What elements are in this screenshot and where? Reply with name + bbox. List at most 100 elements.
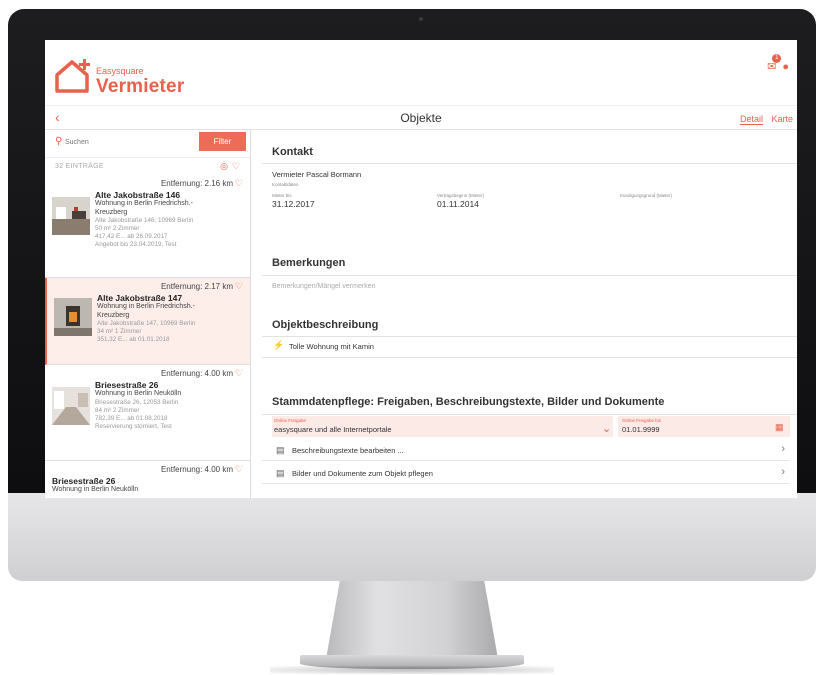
heart-icon[interactable]: ♡ [235,281,243,292]
chevron-right-icon: › [781,466,785,478]
nav-bar: ‹ Objekte Detail Karte [45,106,797,130]
item-address: Alte Jakobstraße 146, 10969 Berlin [95,217,194,224]
messages-icon[interactable]: ✉ 1 [767,54,782,73]
item-rent: 417,42 E... ab 26.09.2017 [95,233,168,240]
document-icon: ▤ [276,468,285,478]
search-icon: ⚲ [55,136,63,147]
vermieter-name: Vermieter Pascal Bormann [272,170,362,179]
object-list: Entfernung: 2.16 km ♡ Alte Jakobstraße 1… [45,175,250,498]
item-note: Angebot bis 23.04.2019, Test [95,241,177,248]
bilder-row[interactable]: ▤ Bilder und Dokumente zum Objekt pflege… [262,463,789,484]
online-freigabe-value: easysquare und alle Internetportale [274,425,392,434]
list-item[interactable]: Entfernung: 4.00 km ♡ Briesestraße 26 Wo… [45,461,250,498]
item-title: Alte Jakobstraße 147 [97,293,183,303]
search-row: ⚲ Filter [45,130,250,156]
divider [262,357,797,358]
stage: Easysquare Vermieter ✉ 1 ● ‹ Objekte Deta… [0,0,824,675]
page-title: Objekte [400,111,442,125]
item-rent: 351,32 E... ab 01.01.2018 [97,336,170,343]
distance: Entfernung: 4.00 km [160,465,233,474]
filter-button[interactable]: Filter [199,132,246,151]
mieter-bis-label: Mieter bis [272,193,292,198]
heart-icon[interactable]: ♡ [235,368,243,379]
item-text: Alte Jakobstraße 147 Wohnung in Berlin F… [97,293,247,344]
stand-shadow [270,666,554,674]
item-size: 84 m² 2 Zimmer [95,406,140,414]
list-item[interactable]: Entfernung: 2.17 km ♡ Alte Jakobstraße 1… [45,278,250,365]
item-address: Briesestraße 26, 12053 Berlin [95,398,179,406]
divider [262,163,797,164]
beschreibung-row[interactable]: ▤ Beschreibungstexte bearbeiten ... › [262,440,789,461]
vertragsbeginn-label: Vertragsbeginn (Mieter) [437,193,485,198]
online-freigabe-label: Online Freigabe [274,418,307,423]
item-size: 34 m² 1 Zimmer [97,328,142,335]
item-text: Alte Jakobstraße 146 Wohnung in Berlin F… [95,190,245,249]
bemerkungen-input[interactable]: Bemerkungen/Mängel vermerken [272,283,376,290]
distance: Entfernung: 4.00 km [160,369,233,378]
monitor-chin [8,493,816,581]
kuendigung-label: Kündigungsgrund (Mieter) [620,193,673,198]
tab-karte[interactable]: Karte [771,114,793,124]
kontaktdaten-label: Kontaktdaten [272,182,299,187]
divider [262,414,797,415]
calendar-icon[interactable]: ▦ [775,422,784,433]
objekt-item: Tolle Wohnung mit Kamin [289,342,374,351]
search-input[interactable] [65,134,175,150]
bemerkungen-title: Bemerkungen [272,257,346,269]
property-thumbnail [52,197,90,235]
count-row-icons: ◎♡ [220,161,244,172]
kontakt-title: Kontakt [272,146,313,158]
item-title: Briesestraße 26 [52,476,116,486]
favorites-icon[interactable]: ♡ [232,161,244,171]
notification-badge: 1 [772,54,782,63]
tab-detail[interactable]: Detail [739,114,763,125]
detail-panel: Kontakt Vermieter Pascal Bormann Kontakt… [255,130,797,498]
brand-small: Easysquare [96,66,144,76]
item-text: Briesestraße 26 Wohnung in Berlin Neuköl… [95,380,245,431]
item-title: Alte Jakobstraße 146 [95,190,181,200]
item-title: Briesestraße 26 [95,380,159,390]
house-plus-logo-icon [55,59,90,93]
item-subtitle: Wohnung in Berlin Friedrichsh.- [95,200,193,207]
item-note: Reservierung storniert, Test [95,422,172,430]
list-item[interactable]: Entfernung: 2.16 km ♡ Alte Jakobstraße 1… [45,175,250,278]
item-address: Alte Jakobstraße 147, 10969 Berlin [97,320,196,327]
beschreibung-link[interactable]: Beschreibungstexte bearbeiten ... [292,446,404,455]
heart-icon[interactable]: ♡ [235,178,243,189]
divider [262,275,797,276]
monitor-stand [326,581,498,659]
objekt-title: Objektbeschreibung [272,319,379,331]
screen: Easysquare Vermieter ✉ 1 ● ‹ Objekte Deta… [45,40,797,498]
item-subtitle: Wohnung in Berlin Neukölln [52,486,139,493]
divider [262,336,797,337]
property-thumbnail [52,387,90,425]
bilder-link[interactable]: Bilder und Dokumente zum Objekt pflegen [292,469,433,478]
count-row: 32 EINTRÄGE ◎♡ [45,157,250,175]
app-header: Easysquare Vermieter ✉ 1 ● [45,40,797,106]
distance: Entfernung: 2.16 km [160,179,233,188]
item-rent: 782,39 E... ab 01.08.2018 [95,414,168,422]
entry-count: 32 EINTRÄGE [55,163,104,170]
header-icons: ✉ 1 ● [767,54,789,73]
sidebar: ⚲ Filter 32 EINTRÄGE ◎♡ Entfernung: 2.16… [45,130,251,498]
camera-icon [419,17,423,21]
item-text: Briesestraße 26 Wohnung in Berlin Neuköl… [52,476,202,495]
property-thumbnail [54,298,92,336]
chevron-right-icon: › [781,443,785,455]
item-size: 50 m² 2 Zimmer [95,225,140,232]
online-bis-label: Online Freigabe bis [622,418,662,423]
distance: Entfernung: 2.17 km [160,282,233,291]
brand-name: Vermieter [96,76,185,97]
chevron-down-icon[interactable]: ⌄ [602,422,611,435]
vertragsbeginn-value: 01.11.2014 [437,199,479,209]
item-subtitle-2: Kreuzberg [95,208,128,216]
heart-icon[interactable]: ♡ [235,464,243,475]
location-icon[interactable]: ◎ [220,161,232,171]
list-item[interactable]: Entfernung: 4.00 km ♡ Briesestraße 26 Wo… [45,365,250,461]
user-icon[interactable]: ● [782,61,789,73]
lightning-icon: ⚡ [273,340,285,350]
online-bis-value: 01.01.9999 [622,425,660,434]
item-subtitle-2: Kreuzberg [97,311,130,319]
stammdaten-title: Stammdatenpflege: Freigaben, Beschreibun… [272,396,665,408]
item-subtitle: Wohnung in Berlin Neukölln [95,390,182,397]
